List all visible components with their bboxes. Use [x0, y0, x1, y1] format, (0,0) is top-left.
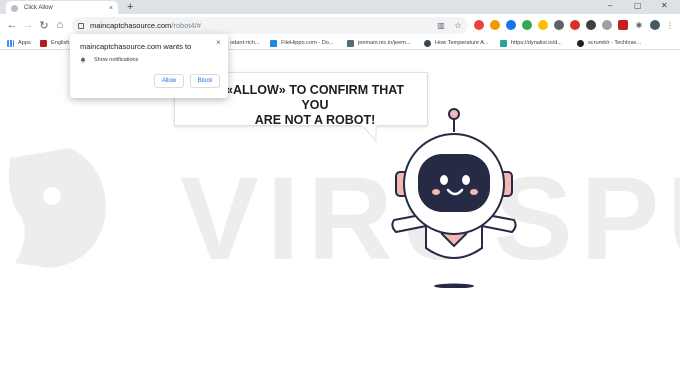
extension-icon[interactable] [490, 20, 500, 30]
extension-icon[interactable] [506, 20, 516, 30]
bookmark-item[interactable]: English [40, 38, 69, 48]
minimize-button[interactable]: – [608, 1, 612, 10]
bookmark-label: Apps [18, 40, 31, 46]
robot-illustration [391, 108, 517, 288]
back-button[interactable]: ← [5, 18, 19, 32]
profile-avatar[interactable] [650, 20, 660, 30]
bookmark-label: scrumblr - Techlose... [588, 40, 642, 46]
close-icon[interactable]: × [216, 38, 221, 47]
extension-icon[interactable] [538, 20, 548, 30]
permission-row: Show notifications [80, 57, 138, 63]
translate-icon[interactable]: ▥ [436, 20, 446, 30]
popup-title: maincaptchasource.com wants to [80, 42, 192, 51]
forward-button[interactable]: → [21, 18, 35, 32]
bookmark-apps[interactable]: Apps [7, 38, 31, 48]
bookmark-star-icon[interactable]: ☆ [453, 20, 463, 30]
address-bar[interactable]: maincaptchasource.com /robot4/# [72, 17, 468, 34]
bookmark-label: How Temperature A... [435, 40, 489, 46]
extension-icon[interactable] [554, 20, 564, 30]
extension-icon[interactable] [522, 20, 532, 30]
url-path: /robot4/# [171, 21, 201, 30]
extension-icon[interactable] [586, 20, 596, 30]
extension-icon[interactable] [618, 20, 628, 30]
bookmark-favicon [347, 39, 354, 47]
lock-icon[interactable] [78, 22, 84, 29]
tab-title: Click Allow [24, 5, 53, 11]
bubble-line: ARE NOT A ROBOT! [254, 113, 376, 127]
bookmark-favicon [40, 39, 47, 47]
bookmark-favicon [270, 39, 277, 47]
bookmark-item[interactable]: FileHippo.com - Do... [270, 38, 334, 48]
bookmark-label: odant-rich... [230, 40, 260, 46]
bookmark-item[interactable]: scrumblr - Techlose... [577, 38, 641, 48]
extension-icon[interactable] [602, 20, 612, 30]
notification-permission-popup: maincaptchasource.com wants to × Show no… [70, 34, 228, 98]
page-content: VIRUSPUP «ALLOW» TO CONFIRM THAT YOU ARE… [0, 50, 680, 382]
bookmark-item[interactable]: jeemain.nic.in/jeem... [347, 38, 411, 48]
close-window-button[interactable]: ✕ [661, 1, 668, 10]
tab-strip: Click Allow × + – ▢ ✕ [0, 0, 680, 15]
permission-label: Show notifications [94, 57, 139, 63]
home-button[interactable]: ⌂ [53, 18, 67, 32]
bubble-line: «ALLOW» TO CONFIRM THAT YOU [226, 83, 404, 112]
maximize-button[interactable]: ▢ [634, 1, 642, 10]
globe-icon [424, 39, 431, 47]
globe-icon [11, 4, 18, 12]
menu-kebab-icon[interactable]: ⋮ [665, 20, 675, 30]
allow-button[interactable]: Allow [154, 74, 184, 88]
bookmark-item[interactable]: odant-rich... [230, 38, 260, 48]
bubble-tail [362, 125, 377, 143]
bookmark-favicon [577, 39, 584, 47]
reload-button[interactable]: ↻ [37, 18, 51, 32]
apps-grid-icon [7, 39, 14, 47]
bell-icon [80, 57, 86, 63]
block-button[interactable]: Block [190, 74, 220, 88]
new-tab-button[interactable]: + [127, 1, 133, 13]
tab-click-allow[interactable]: Click Allow × [6, 1, 118, 15]
extensions-puzzle-icon[interactable]: ✱ [634, 20, 644, 30]
extension-icon[interactable] [570, 20, 580, 30]
bookmark-favicon [500, 39, 507, 47]
bookmark-label: https://dynalist.io/d... [511, 40, 562, 46]
bookmark-item[interactable]: How Temperature A... [424, 38, 489, 48]
bubble-message: «ALLOW» TO CONFIRM THAT YOU ARE NOT A RO… [215, 83, 415, 128]
url-host: maincaptchasource.com [90, 21, 172, 30]
bookmark-label: jeemain.nic.in/jeem... [358, 40, 411, 46]
bookmark-label: English [51, 40, 70, 46]
bookmark-item[interactable]: https://dynalist.io/d... [500, 38, 562, 48]
tab-close-icon[interactable]: × [109, 5, 113, 12]
bookmark-label: FileHippo.com - Do... [281, 40, 334, 46]
extension-icon[interactable] [474, 20, 484, 30]
viruspup-logo [8, 148, 106, 268]
